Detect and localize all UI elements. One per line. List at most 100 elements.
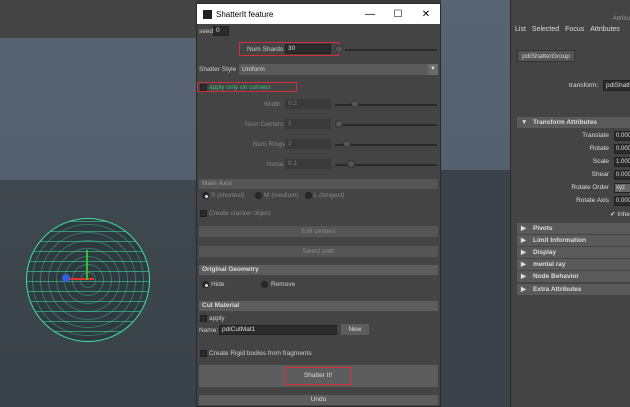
undo-button[interactable]: Undo: [199, 395, 438, 405]
dialog-titlebar: ShatterIt feature — ☐ ✕: [197, 4, 440, 24]
shatter-style-select[interactable]: Uniform ▼: [239, 64, 438, 75]
seed-field[interactable]: 0: [213, 26, 229, 36]
viewport-right-floor: [441, 170, 510, 407]
cut-material-header[interactable]: Cut Material: [199, 301, 438, 311]
menu-list[interactable]: List: [515, 26, 526, 38]
attribute-editor-title: Attribu: [612, 16, 630, 22]
attr-value-field[interactable]: 0.000: [614, 131, 630, 141]
section-label: Pivots: [533, 225, 553, 232]
attr-row-rotate-axis: Rotate Axis 0.000: [517, 196, 630, 207]
num-centers-slider-knob[interactable]: [335, 120, 343, 128]
create-cracker-checkbox[interactable]: [200, 210, 207, 217]
shatterit-dialog: ShatterIt feature — ☐ ✕ seed 0 Num Shard…: [196, 3, 441, 407]
cut-apply-checkbox[interactable]: [200, 315, 207, 322]
manipulator-x-axis[interactable]: [66, 278, 94, 280]
section-label: Display: [533, 249, 557, 256]
transform-field[interactable]: pdiShatterGroup: [603, 80, 630, 91]
noise-label: Noise: [267, 161, 284, 168]
axis-medium-label: M (medium): [264, 192, 299, 199]
chevron-down-icon: ▼: [428, 64, 438, 75]
attr-value-field[interactable]: 0.000: [614, 170, 630, 180]
num-centers-slider[interactable]: [335, 124, 437, 126]
edit-centers-button[interactable]: Edit centers: [199, 226, 438, 237]
select-path-button[interactable]: Select path: [199, 246, 438, 257]
num-rings-slider-knob[interactable]: [343, 140, 351, 148]
main-axis-header[interactable]: Main Axis: [199, 179, 438, 189]
triangle-right-icon: ▶: [521, 261, 526, 268]
shatter-button-bar[interactable]: Shatter It!: [199, 365, 438, 387]
viewport-left[interactable]: [0, 0, 196, 407]
tab-pdishattergroup[interactable]: pdiShatterGroup: [517, 50, 575, 62]
width-field[interactable]: 0.2: [285, 99, 331, 109]
wireframe-sphere[interactable]: [26, 218, 150, 342]
section-label: mental ray: [533, 261, 566, 268]
num-rings-label: Num Rings: [253, 141, 286, 148]
noise-field[interactable]: 0.1: [285, 159, 331, 169]
manipulator-y-axis[interactable]: [86, 250, 88, 280]
attr-label: Rotate: [589, 145, 609, 152]
manipulator-z-axis[interactable]: [62, 274, 70, 282]
menu-attributes[interactable]: Attributes: [590, 26, 620, 38]
num-centers-field[interactable]: 1: [285, 119, 331, 129]
menu-focus[interactable]: Focus: [565, 26, 584, 38]
extra-attributes-section[interactable]: ▶ Extra Attributes: [517, 284, 630, 295]
triangle-right-icon: ▶: [521, 273, 526, 280]
remove-radio[interactable]: [261, 281, 268, 288]
inherits-transform-checkbox[interactable]: ✔ Inhe: [610, 210, 630, 218]
new-material-button[interactable]: New: [341, 324, 369, 335]
width-slider-knob[interactable]: [351, 100, 359, 108]
hide-label: Hide: [211, 281, 225, 288]
triangle-right-icon: ▶: [521, 237, 526, 244]
attr-label: Rotate Axis: [576, 197, 609, 204]
attr-row-rotate: Rotate 0.000: [517, 144, 630, 155]
display-section[interactable]: ▶ Display: [517, 247, 630, 258]
attr-label: Scale: [592, 158, 609, 165]
num-rings-field[interactable]: 3: [285, 139, 331, 149]
attr-row-translate: Translate 0.000: [517, 131, 630, 142]
noise-slider-knob[interactable]: [347, 160, 355, 168]
attr-value-field[interactable]: 0.000: [614, 196, 630, 206]
cut-name-label: Name:: [199, 327, 219, 334]
cut-name-field[interactable]: pdiCutMat1: [219, 325, 337, 335]
axis-medium-radio[interactable]: [255, 192, 262, 199]
minimize-button[interactable]: —: [356, 9, 384, 20]
hide-radio[interactable]: [202, 281, 209, 288]
rotate-order-select[interactable]: xyz: [614, 183, 630, 193]
rigid-bodies-label: Create Rigid bodies from fragments: [209, 350, 312, 357]
close-button[interactable]: ✕: [412, 9, 440, 20]
menu-selected[interactable]: Selected: [532, 26, 559, 38]
width-label: Width: [264, 101, 281, 108]
attr-row-shear: Shear 0.000: [517, 170, 630, 181]
attr-row-rotate-order: Rotate Order xyz: [517, 183, 630, 194]
attr-value-field[interactable]: 0.000: [614, 144, 630, 154]
original-geometry-header[interactable]: Original Geometry: [199, 265, 438, 275]
apply-corners-checkbox[interactable]: [200, 84, 207, 91]
attribute-editor-menubar: List Selected Focus Attributes: [511, 26, 630, 38]
axis-longest-radio[interactable]: [305, 192, 312, 199]
maximize-button[interactable]: ☐: [384, 9, 412, 20]
attr-row-scale: Scale 1.000: [517, 157, 630, 168]
viewport-right[interactable]: [441, 0, 510, 407]
attr-label: Shear: [591, 171, 609, 178]
limit-information-section[interactable]: ▶ Limit Information: [517, 235, 630, 246]
section-label: Extra Attributes: [533, 286, 582, 293]
shatter-button[interactable]: Shatter It!: [284, 367, 352, 385]
num-shards-slider-knob[interactable]: [335, 45, 343, 53]
axis-shortest-label: S (shortest): [211, 192, 245, 199]
num-shards-label: Num Shards: [247, 46, 284, 53]
axis-shortest-radio[interactable]: [202, 192, 209, 199]
create-cracker-label: Create cracker object: [209, 210, 271, 217]
node-behavior-section[interactable]: ▶ Node Behavior: [517, 271, 630, 282]
attr-value-field[interactable]: 1.000: [614, 157, 630, 167]
num-shards-field[interactable]: 30: [285, 44, 331, 54]
rigid-bodies-checkbox[interactable]: [200, 350, 207, 357]
triangle-down-icon: ▼: [521, 119, 528, 126]
remove-label: Remove: [271, 281, 296, 288]
shatter-style-value: Uniform: [242, 66, 265, 73]
num-shards-slider[interactable]: [345, 49, 437, 51]
transform-attributes-section[interactable]: ▼ Transform Attributes: [517, 117, 630, 128]
inherits-label: Inhe: [617, 211, 630, 218]
mental-ray-section[interactable]: ▶ mental ray: [517, 259, 630, 270]
pivots-section[interactable]: ▶ Pivots: [517, 223, 630, 234]
cut-apply-label: apply: [209, 315, 225, 322]
